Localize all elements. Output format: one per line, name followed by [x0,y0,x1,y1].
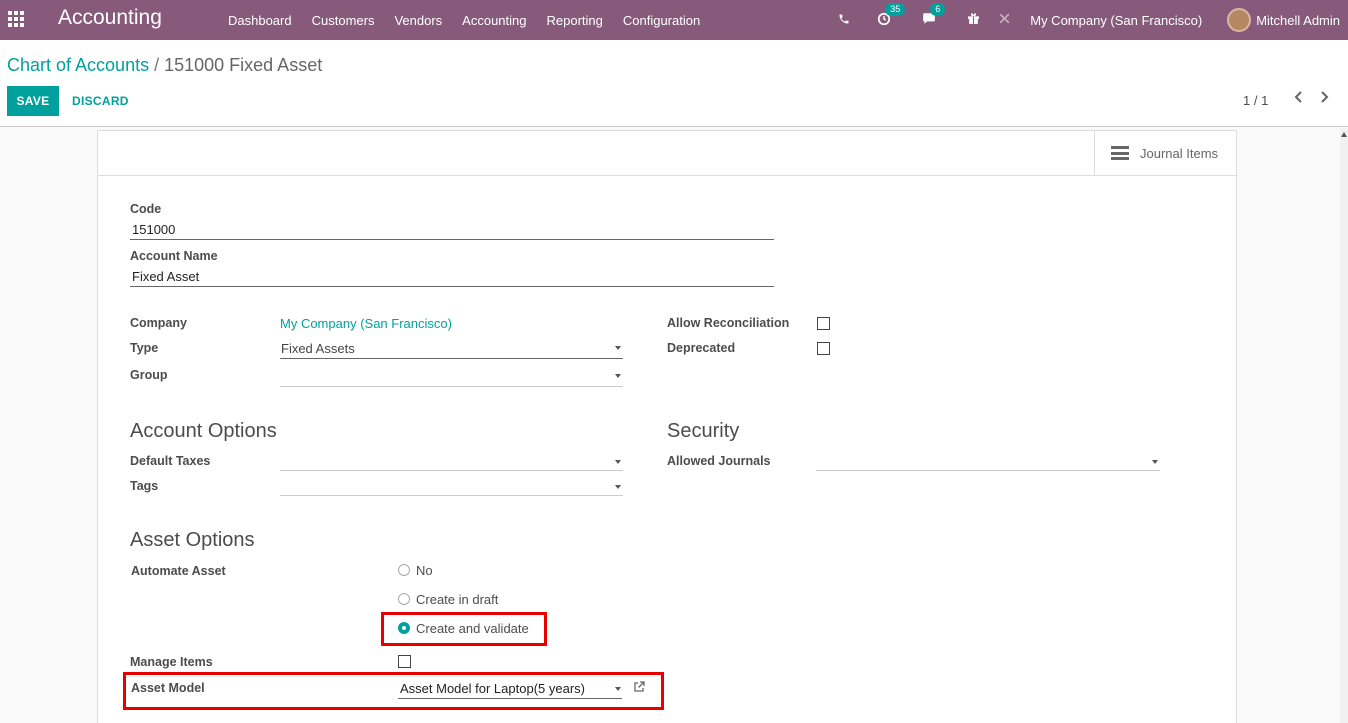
account-name-underline [130,286,774,287]
journal-items-label: Journal Items [1140,145,1219,161]
highlight-create-and-validate [381,612,547,646]
debug-tools-icon[interactable] [998,12,1011,28]
type-underline [280,358,623,359]
account-name-input[interactable]: Fixed Asset [132,269,199,284]
button-box: Journal Items [98,131,1236,176]
code-label: Code [130,202,162,216]
pager-previous-icon[interactable] [1293,90,1303,108]
menu-customers[interactable]: Customers [302,13,385,28]
activity-clock-icon[interactable]: 35 [877,2,906,29]
radio-automate-draft[interactable] [398,593,410,605]
deprecated-checkbox[interactable] [817,342,830,355]
allowed-journals-input[interactable] [816,470,1160,471]
menu-dashboard[interactable]: Dashboard [218,13,302,28]
group-underline [280,386,623,387]
breadcrumb: Chart of Accounts/151000 Fixed Asset [7,55,322,76]
group-label: Group [130,368,168,382]
scrollbar[interactable] [1340,128,1348,723]
activity-count-badge: 35 [885,2,906,16]
highlight-asset-model [123,672,664,710]
default-taxes-input[interactable] [280,470,623,471]
apps-menu-icon[interactable] [8,11,24,27]
breadcrumb-separator: / [154,55,160,75]
phone-icon[interactable] [838,13,850,28]
manage-items-label: Manage Items [130,655,213,669]
breadcrumb-chart-of-accounts[interactable]: Chart of Accounts [7,55,149,75]
form-sheet: Journal Items Code 151000 Account Name F… [97,130,1237,723]
allowed-journals-dropdown-icon[interactable] [1152,460,1158,464]
account-name-label: Account Name [130,249,218,263]
allow-reconciliation-checkbox[interactable] [817,317,830,330]
type-label: Type [130,341,159,355]
user-menu[interactable]: Mitchell Admin [1256,13,1340,28]
type-select[interactable]: Fixed Assets [281,341,355,356]
allowed-journals-label: Allowed Journals [667,454,771,468]
tags-dropdown-icon[interactable] [615,485,621,489]
manage-items-checkbox[interactable] [398,655,411,668]
radio-automate-no[interactable] [398,564,410,576]
radio-automate-no-label[interactable]: No [416,563,433,578]
code-input[interactable]: 151000 [132,222,175,237]
tags-input[interactable] [280,495,623,496]
top-navbar: Accounting Dashboard Customers Vendors A… [0,0,1348,40]
group-dropdown-icon[interactable] [615,374,621,378]
default-taxes-label: Default Taxes [130,454,211,468]
pager-next-icon[interactable] [1320,90,1330,108]
deprecated-label: Deprecated [667,341,736,355]
journal-items-button[interactable]: Journal Items [1094,131,1236,175]
menu-configuration[interactable]: Configuration [613,13,710,28]
systray: 35 6 My Company (San Francisco) Mitchell… [829,0,1348,40]
gift-icon[interactable] [967,12,980,28]
messages-count-badge: 6 [930,3,946,16]
save-button[interactable]: SAVE [7,86,59,116]
discard-button[interactable]: DISCARD [68,86,133,116]
company-link[interactable]: My Company (San Francisco) [280,316,452,331]
radio-automate-draft-label[interactable]: Create in draft [416,592,498,607]
allow-reconciliation-label: Allow Reconciliation [667,316,790,330]
company-label: Company [130,316,187,330]
asset-options-title: Asset Options [130,529,255,551]
security-title: Security [667,420,740,442]
code-underline [130,239,774,240]
tags-label: Tags [130,479,159,493]
main-menu: Dashboard Customers Vendors Accounting R… [218,0,710,40]
user-avatar[interactable] [1227,8,1252,32]
default-taxes-dropdown-icon[interactable] [615,460,621,464]
pager-value[interactable]: 1 / 1 [1243,93,1268,108]
messages-icon[interactable]: 6 [922,3,946,28]
automate-asset-label: Automate Asset [131,564,226,578]
scroll-up-icon[interactable] [1341,132,1347,137]
control-panel: Chart of Accounts/151000 Fixed Asset SAV… [0,40,1348,127]
account-options-title: Account Options [130,420,277,442]
type-dropdown-icon[interactable] [615,346,621,350]
menu-vendors[interactable]: Vendors [384,13,452,28]
company-switcher[interactable]: My Company (San Francisco) [1030,13,1202,28]
breadcrumb-current: 151000 Fixed Asset [164,55,323,75]
app-title[interactable]: Accounting [58,6,162,30]
menu-accounting[interactable]: Accounting [452,13,536,28]
menu-reporting[interactable]: Reporting [537,13,613,28]
list-icon [1111,146,1129,160]
